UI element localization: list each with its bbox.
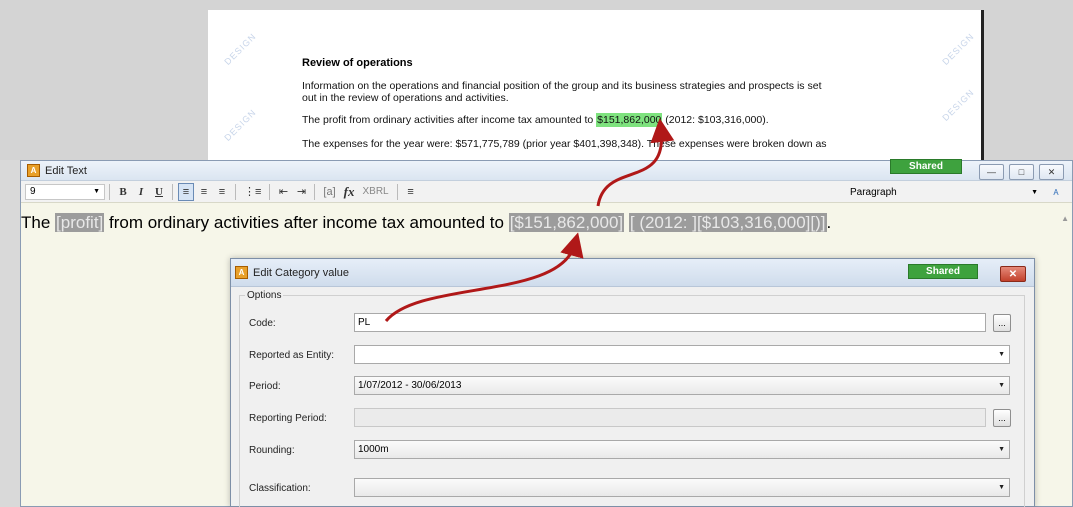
watermark: DESIGN xyxy=(940,31,977,67)
dialog-titlebar: A Edit Category value Shared ✕ xyxy=(231,259,1034,287)
decrease-indent-button[interactable]: ⇤ xyxy=(275,183,291,201)
rounding-value: 1000m xyxy=(358,444,389,455)
minimize-button[interactable]: — xyxy=(979,164,1004,180)
toolbar-separator xyxy=(269,183,271,200)
toolbar-separator xyxy=(314,183,316,200)
chevron-down-icon: ▼ xyxy=(998,446,1005,453)
spell-check-icon: ᴀ xyxy=(1053,186,1059,198)
formatting-toolbar: 9 ▼ B I U ≡ ≡ ≡ ⋮≡ ⇤ ⇥ [a] fx XBRL ≡ Para… xyxy=(21,181,1072,203)
chevron-down-icon: ▼ xyxy=(998,382,1005,389)
app-icon: A xyxy=(27,164,40,177)
close-button[interactable]: ✕ xyxy=(1039,164,1064,180)
edit-text-titlebar: A Edit Text Shared — □ ✕ xyxy=(21,159,1072,181)
reported-entity-select[interactable]: ▼ xyxy=(354,345,1010,364)
app-icon: A xyxy=(235,266,248,279)
close-icon: ✕ xyxy=(1047,166,1056,177)
document-paragraph-3: The expenses for the year were: $571,775… xyxy=(302,138,827,150)
rounding-label: Rounding: xyxy=(249,445,295,456)
window-title: Edit Text xyxy=(45,164,87,177)
highlighted-value[interactable]: $151,862,000 xyxy=(596,113,663,127)
paragraph-text: (2012: $103,316,000). xyxy=(662,114,769,126)
italic-button[interactable]: I xyxy=(133,183,149,201)
increase-indent-button[interactable]: ⇥ xyxy=(293,183,309,201)
code-browse-button[interactable]: ... xyxy=(993,314,1011,332)
document-background: DESIGN DESIGN DESIGN DESIGN Review of op… xyxy=(0,0,1073,160)
chevron-down-icon: ▼ xyxy=(998,484,1005,491)
text-editor-content[interactable]: The [profit] from ordinary activities af… xyxy=(21,213,831,233)
spell-check-button[interactable]: ᴀ xyxy=(1048,183,1064,201)
font-size-select[interactable]: 9 ▼ xyxy=(25,183,105,200)
bullet-list-button[interactable]: ⋮≡ xyxy=(241,183,264,201)
document-paragraph-2: The profit from ordinary activities afte… xyxy=(302,113,902,127)
rounding-select[interactable]: 1000m ▼ xyxy=(354,440,1010,459)
underline-button[interactable]: U xyxy=(151,183,167,201)
formula-button[interactable]: fx xyxy=(341,183,358,201)
insert-tag-button[interactable]: [a] xyxy=(320,183,338,201)
period-label: Period: xyxy=(249,381,281,392)
align-right-button[interactable]: ≡ xyxy=(214,183,230,201)
tag-profit[interactable]: [profit] xyxy=(55,213,105,232)
toolbar-separator xyxy=(396,183,398,200)
edit-category-dialog: A Edit Category value Shared ✕ Options C… xyxy=(230,258,1035,507)
classification-select[interactable]: ▼ xyxy=(354,478,1010,497)
toolbar-separator xyxy=(109,183,110,200)
document-paragraph-1: Information on the operations and financ… xyxy=(302,80,902,104)
chevron-down-icon: ▼ xyxy=(1031,188,1038,196)
watermark: DESIGN xyxy=(222,31,259,67)
maximize-button[interactable]: □ xyxy=(1009,164,1034,180)
reporting-period-field[interactable] xyxy=(354,408,986,427)
paragraph-style-value: Paragraph xyxy=(850,186,897,198)
chevron-down-icon: ▼ xyxy=(93,188,100,195)
watermark: DESIGN xyxy=(222,107,259,143)
align-left-button[interactable]: ≡ xyxy=(178,182,194,201)
shared-badge: Shared xyxy=(890,159,962,174)
paragraph-text: The profit from ordinary activities afte… xyxy=(302,114,597,126)
paragraph-line: Information on the operations and financ… xyxy=(302,80,822,92)
chevron-down-icon: ▼ xyxy=(998,351,1005,358)
tag-prior-year[interactable]: [ (2012: ][$103,316,000][)] xyxy=(628,213,827,232)
close-icon: ✕ xyxy=(1008,268,1018,280)
outdent-icon: ⇤ xyxy=(278,186,289,198)
reporting-period-browse-button[interactable]: ... xyxy=(993,409,1011,427)
toolbar-separator xyxy=(172,183,173,200)
align-left-icon: ≡ xyxy=(182,185,190,198)
editor-text: from ordinary activities after income ta… xyxy=(104,213,509,232)
paragraph-line: out in the review of operations and acti… xyxy=(302,92,509,104)
classification-label: Classification: xyxy=(249,483,311,494)
tag-value[interactable]: [$151,862,000] xyxy=(508,213,625,232)
minimize-icon: — xyxy=(987,167,996,177)
align-right-icon: ≡ xyxy=(218,185,226,198)
period-select[interactable]: 1/07/2012 - 30/06/2013 ▼ xyxy=(354,376,1010,395)
reporting-period-label: Reporting Period: xyxy=(249,413,327,424)
xbrl-button[interactable]: XBRL xyxy=(360,183,392,201)
indent-icon: ⇥ xyxy=(296,186,307,198)
bold-button[interactable]: B xyxy=(115,183,131,201)
align-center-icon: ≡ xyxy=(200,185,208,198)
reported-entity-label: Reported as Entity: xyxy=(249,350,335,361)
paragraph-marks-button[interactable]: ≡ xyxy=(403,183,419,201)
code-value: PL xyxy=(358,317,371,328)
document-heading: Review of operations xyxy=(302,57,413,69)
code-label: Code: xyxy=(249,318,276,329)
paragraph-marks-icon: ≡ xyxy=(407,185,414,198)
font-size-value: 9 xyxy=(30,186,36,197)
editor-text: The xyxy=(21,213,56,232)
scroll-up-arrow[interactable]: ▲ xyxy=(1061,214,1069,223)
shared-badge: Shared xyxy=(908,264,978,279)
toolbar-separator xyxy=(235,183,236,200)
code-field[interactable]: PL xyxy=(354,313,986,332)
align-center-button[interactable]: ≡ xyxy=(196,183,212,201)
period-value: 1/07/2012 - 30/06/2013 xyxy=(358,380,462,391)
watermark: DESIGN xyxy=(940,87,977,123)
paragraph-style-select[interactable]: Paragraph ▼ xyxy=(845,184,1043,200)
dialog-title: Edit Category value xyxy=(253,266,349,279)
editor-text: . xyxy=(826,213,832,232)
maximize-icon: □ xyxy=(1018,167,1025,177)
dialog-close-button[interactable]: ✕ xyxy=(1000,266,1026,282)
options-legend: Options xyxy=(245,290,284,301)
bullet-list-icon: ⋮≡ xyxy=(244,186,262,198)
